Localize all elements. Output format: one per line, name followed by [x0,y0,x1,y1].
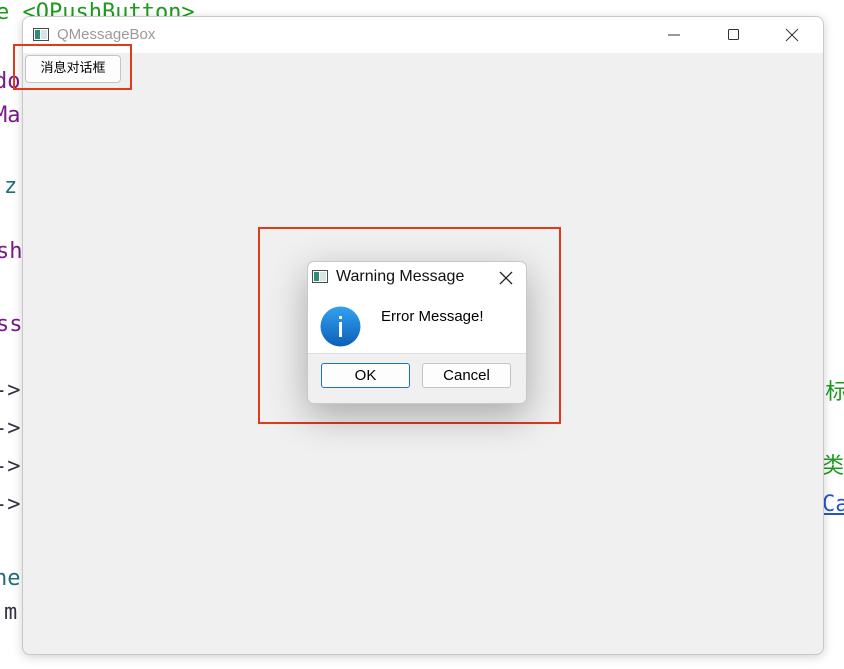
dialog-close-button[interactable] [494,267,518,289]
annotation-box-button [13,44,132,90]
ok-button[interactable]: OK [321,363,410,388]
title-bar[interactable]: QMessageBox [23,17,823,53]
code-fragment: -> [0,492,21,517]
code-fragment: ss [0,312,23,337]
dialog-message: Error Message! [381,308,484,325]
qt-app-icon [33,28,49,41]
close-icon [499,271,513,285]
qt-app-icon [312,270,328,283]
minimize-icon [668,34,680,36]
close-icon [785,28,799,42]
cancel-button[interactable]: Cancel [422,363,511,388]
code-fragment: Ca [822,492,844,517]
minimize-button[interactable] [651,17,697,53]
code-fragment: -> [0,416,21,441]
maximize-icon [728,29,739,40]
code-fragment: sh [0,239,23,264]
maximize-button[interactable] [711,17,757,53]
window-title: QMessageBox [57,26,156,43]
code-fragment: he [0,566,21,591]
close-button[interactable] [769,17,815,53]
dialog-button-bar: OK Cancel [308,353,526,403]
information-icon [320,306,361,347]
code-fragment: m [4,600,18,625]
code-fragment: Ma [0,103,21,128]
code-fragment: -> [0,378,21,403]
code-fragment: -> [0,454,21,479]
dialog-title: Warning Message [336,268,465,285]
warning-dialog: Warning Message Error Message! OK Cancel [307,261,527,404]
code-fragment: 类 [822,454,844,479]
code-fragment: z [4,174,18,199]
